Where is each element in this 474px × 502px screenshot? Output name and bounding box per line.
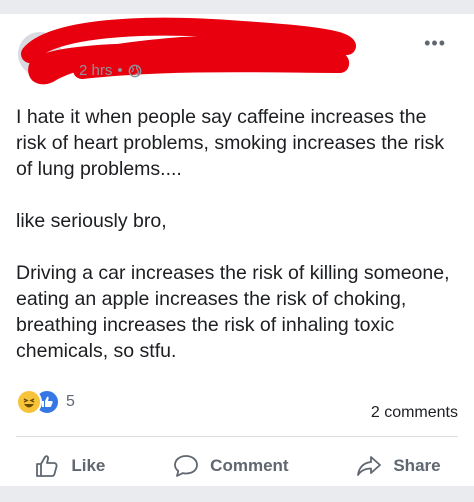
redaction-scribble [21,17,356,85]
reactions-summary[interactable]: 5 [16,389,75,415]
divider [16,436,458,437]
post-text: I hate it when people say caffeine incre… [16,106,450,362]
like-label: Like [71,456,106,475]
share-button[interactable]: Share [355,452,441,480]
more-options-button[interactable]: ••• [424,34,446,52]
comment-label: Comment [210,456,289,475]
post-meta: 2 hrs • [79,62,142,79]
comments-count[interactable]: 2 comments [371,404,458,422]
comment-button[interactable]: Comment [172,452,289,480]
comment-bubble-icon [174,455,199,477]
thumbs-up-icon [36,455,58,477]
share-arrow-icon [357,456,382,476]
meta-separator: • [117,62,123,79]
timestamp[interactable]: 2 hrs [79,62,112,79]
post-card: 2 hrs • ••• I hate it when people say ca… [0,14,474,486]
globe-icon [128,64,142,77]
like-button[interactable]: Like [33,452,105,480]
reaction-count: 5 [66,393,75,410]
action-bar: Like Comment Share [0,446,474,486]
share-label: Share [393,456,441,475]
haha-icon [16,389,42,415]
